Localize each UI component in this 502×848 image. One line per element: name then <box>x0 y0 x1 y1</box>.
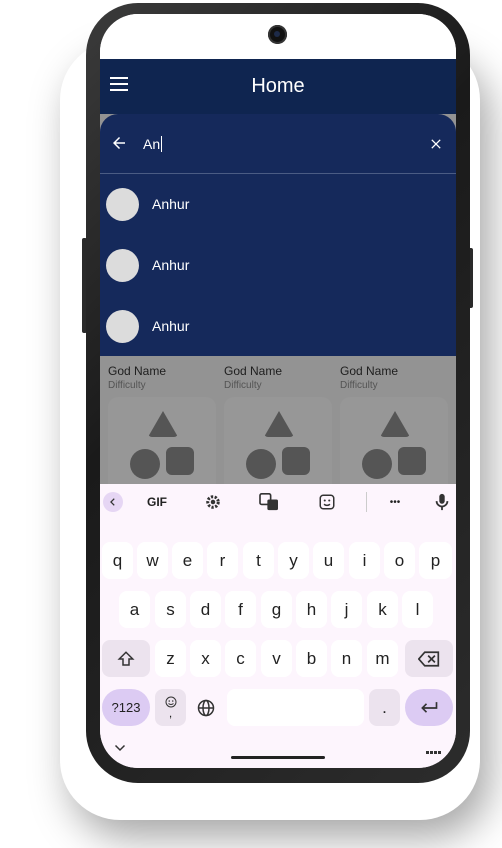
key-z[interactable]: z <box>155 640 186 677</box>
key-w[interactable]: w <box>137 542 168 579</box>
key-d[interactable]: d <box>190 591 221 628</box>
backspace-icon <box>418 650 440 667</box>
numbers-key[interactable]: ?123 <box>102 689 150 726</box>
key-o[interactable]: o <box>384 542 415 579</box>
search-panel: Anhur Anhur Anhur <box>100 114 456 356</box>
globe-icon <box>197 699 214 716</box>
status-bar <box>100 14 456 59</box>
page-title: Home <box>251 75 305 97</box>
key-g[interactable]: g <box>261 591 292 628</box>
sticker-icon <box>319 494 335 510</box>
gear-icon <box>206 495 220 509</box>
key-r[interactable]: r <box>207 542 238 579</box>
key-c[interactable]: c <box>225 640 256 677</box>
search-result-item[interactable]: Anhur <box>100 174 456 234</box>
search-result-label: Anhur <box>152 257 190 273</box>
shift-icon <box>117 650 135 666</box>
key-h[interactable]: h <box>296 591 327 628</box>
more-options-button[interactable]: ••• <box>384 492 406 512</box>
close-icon[interactable] <box>428 136 444 152</box>
emoji-comma-key[interactable]: , <box>155 689 186 726</box>
key-q[interactable]: q <box>102 542 133 579</box>
avatar <box>106 249 139 282</box>
key-u[interactable]: u <box>313 542 344 579</box>
collapse-toolbar-button[interactable] <box>103 492 123 512</box>
translate-icon <box>259 493 278 511</box>
avatar <box>106 310 139 343</box>
key-l[interactable]: l <box>402 591 433 628</box>
language-key[interactable] <box>190 689 221 726</box>
period-key[interactable]: . <box>369 689 400 726</box>
shift-key[interactable] <box>102 640 150 677</box>
search-result-label: Anhur <box>152 318 190 334</box>
key-s[interactable]: s <box>155 591 186 628</box>
key-n[interactable]: n <box>331 640 362 677</box>
key-i[interactable]: i <box>349 542 380 579</box>
gif-button[interactable]: GIF <box>142 492 172 512</box>
key-y[interactable]: y <box>278 542 309 579</box>
voice-input-button[interactable] <box>434 492 450 512</box>
sticker-button[interactable] <box>316 492 338 512</box>
back-arrow-icon[interactable] <box>110 134 128 152</box>
search-result-item[interactable]: Anhur <box>100 296 456 356</box>
avatar <box>106 188 139 221</box>
enter-key[interactable] <box>405 689 453 726</box>
chevron-down-icon <box>114 744 126 752</box>
key-b[interactable]: b <box>296 640 327 677</box>
phone-screen: Home God Name Difficulty God Name Diffic… <box>100 14 456 768</box>
text-cursor <box>161 136 162 152</box>
search-input[interactable] <box>143 132 403 156</box>
enter-arrow-icon <box>421 701 438 713</box>
device-mockup: Home God Name Difficulty God Name Diffic… <box>0 0 502 848</box>
hide-keyboard-button[interactable] <box>114 740 126 758</box>
keyboard-switcher-icon[interactable] <box>426 742 442 754</box>
key-e[interactable]: e <box>172 542 203 579</box>
key-a[interactable]: a <box>119 591 150 628</box>
settings-button[interactable] <box>202 492 224 512</box>
app-bar: Home <box>100 59 456 114</box>
key-x[interactable]: x <box>190 640 221 677</box>
key-v[interactable]: v <box>261 640 292 677</box>
search-result-item[interactable]: Anhur <box>100 235 456 295</box>
space-key[interactable] <box>227 689 364 726</box>
search-result-label: Anhur <box>152 196 190 212</box>
microphone-icon <box>435 493 449 511</box>
key-t[interactable]: t <box>243 542 274 579</box>
backspace-key[interactable] <box>405 640 453 677</box>
key-j[interactable]: j <box>331 591 362 628</box>
soft-keyboard: GIF ••• q w e r t y u i o p a s d f g h … <box>100 484 456 768</box>
chevron-left-icon <box>110 498 115 506</box>
keyboard-toolbar: GIF ••• <box>100 484 456 520</box>
key-m[interactable]: m <box>367 640 398 677</box>
key-k[interactable]: k <box>367 591 398 628</box>
translate-button[interactable] <box>258 492 280 512</box>
toolbar-divider <box>366 492 367 512</box>
emoji-icon <box>165 696 176 708</box>
gesture-nav-bar[interactable] <box>231 756 325 759</box>
key-f[interactable]: f <box>225 591 256 628</box>
search-bar <box>100 114 456 174</box>
camera-icon <box>268 25 287 44</box>
key-p[interactable]: p <box>419 542 452 579</box>
